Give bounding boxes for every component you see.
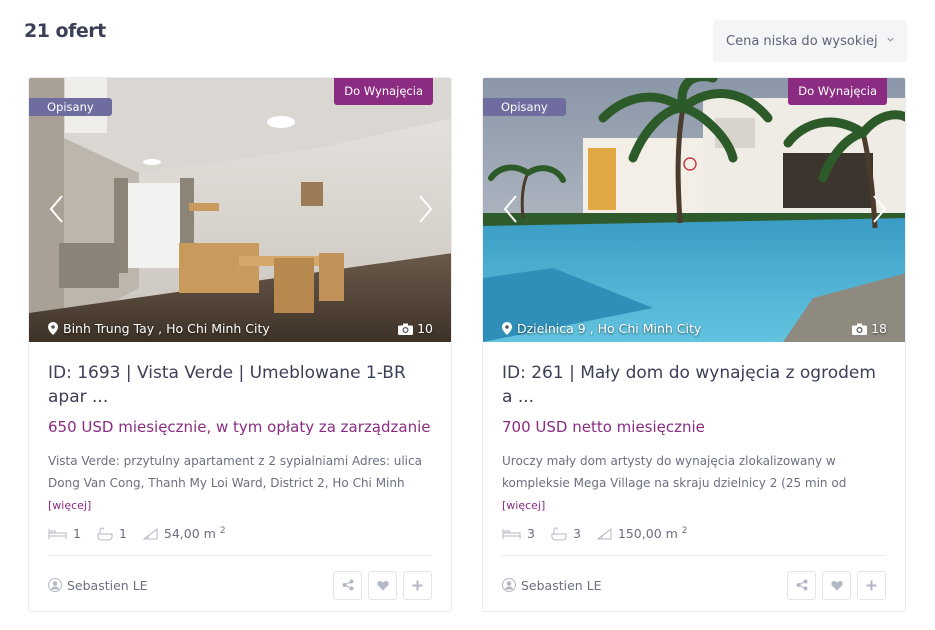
favorite-button[interactable]: [368, 570, 397, 600]
listing-price: 650 USD miesięcznie, w tym opłaty za zar…: [48, 418, 431, 436]
more-link[interactable]: [więcej]: [48, 499, 91, 512]
more-link[interactable]: [więcej]: [502, 499, 545, 512]
camera-icon: [852, 323, 868, 335]
bathrooms-value: 1: [118, 526, 127, 542]
compare-button[interactable]: [403, 570, 432, 600]
share-icon: [796, 579, 807, 591]
card-actions: [787, 570, 886, 600]
described-badge: Opisany: [483, 98, 566, 116]
listing-title-line1: ID: 1693 | Vista Verde | Umeblowane 1-BR: [48, 363, 406, 383]
listing-card[interactable]: Opisany Do Wynajęcia Binh Trung Tay , Ho…: [28, 77, 452, 612]
status-badge[interactable]: Do Wynajęcia: [334, 78, 433, 105]
results-count: 21 ofert: [24, 20, 106, 42]
heart-icon: [376, 580, 389, 590]
area-number: 150,00 m: [617, 526, 678, 542]
bathtub-icon: [97, 527, 113, 541]
compare-button[interactable]: [857, 570, 886, 600]
share-button[interactable]: [333, 570, 362, 600]
described-badge: Opisany: [29, 98, 112, 116]
map-pin-icon: [502, 322, 512, 335]
house-pool-photo: [483, 78, 905, 342]
amenities: 1 1 54,00 m 2: [48, 526, 438, 541]
area-number: 54,00 m: [163, 526, 216, 542]
listing-location[interactable]: Dzielnica 9 , Ho Chi Minh City: [502, 321, 701, 336]
share-icon: [342, 579, 353, 591]
listing-location[interactable]: Binh Trung Tay , Ho Chi Minh City: [48, 321, 270, 336]
agent[interactable]: Sebastien LE: [502, 578, 602, 593]
share-button[interactable]: [787, 570, 816, 600]
listing-title[interactable]: ID: 1693 | Vista Verde | Umeblowane 1-BR…: [48, 361, 438, 409]
area-unit-sup: 2: [681, 526, 688, 536]
photo-count[interactable]: 18: [852, 321, 887, 336]
sort-dropdown[interactable]: Cena niska do wysokiej: [713, 20, 907, 62]
status-badge[interactable]: Do Wynajęcia: [788, 78, 887, 105]
area: 150,00 m 2: [596, 526, 688, 541]
location-text: Dzielnica 9 , Ho Chi Minh City: [517, 321, 702, 336]
area-value: 150,00 m 2: [618, 526, 688, 541]
bedrooms-value: 1: [73, 526, 81, 542]
divider: [48, 555, 432, 556]
heart-icon: [830, 580, 843, 590]
description-text: Uroczy mały dom artysty do wynajęcia zlo…: [502, 454, 847, 490]
divider: [502, 555, 886, 556]
photo-count-value: 10: [417, 321, 433, 336]
chevron-left-icon[interactable]: [47, 194, 67, 224]
plus-icon: [412, 580, 423, 590]
area-icon: [596, 527, 612, 540]
agent-name: Sebastien LE: [67, 577, 148, 593]
user-icon: [48, 578, 62, 592]
photo-count[interactable]: 10: [398, 321, 433, 336]
description-text: Vista Verde: przytulny apartament z 2 sy…: [48, 454, 422, 490]
photo-count-value: 18: [871, 321, 887, 336]
user-icon: [502, 578, 516, 592]
agent-name: Sebastien LE: [521, 577, 602, 593]
favorite-button[interactable]: [822, 570, 851, 600]
listing-title-line1: ID: 261 | Mały dom do wynajęcia z ogrode…: [502, 363, 876, 383]
listing-description: Vista Verde: przytulny apartament z 2 sy…: [48, 450, 438, 516]
listing-image[interactable]: Opisany Do Wynajęcia Dzielnica 9 , Ho Ch…: [483, 78, 905, 342]
bedrooms: 1: [48, 526, 81, 541]
area-value: 54,00 m 2: [164, 526, 226, 541]
sort-value: Cena niska do wysokiej: [726, 33, 878, 49]
location-text: Binh Trung Tay , Ho Chi Minh City: [63, 321, 270, 336]
bedrooms: 3: [502, 526, 535, 541]
map-pin-icon: [48, 322, 58, 335]
amenities: 3 3 150,00 m 2: [502, 526, 892, 541]
bathrooms: 1: [97, 526, 127, 541]
apartment-photo: [29, 78, 451, 342]
chevron-down-icon: [887, 37, 894, 42]
chevron-right-icon[interactable]: [869, 194, 889, 224]
bed-icon: [48, 528, 67, 539]
bathrooms-value: 3: [572, 526, 581, 542]
card-actions: [333, 570, 432, 600]
area: 54,00 m 2: [142, 526, 226, 541]
chevron-left-icon[interactable]: [501, 194, 521, 224]
camera-icon: [398, 323, 414, 335]
area-icon: [142, 527, 158, 540]
agent[interactable]: Sebastien LE: [48, 578, 148, 593]
area-unit-sup: 2: [219, 526, 226, 536]
bedrooms-value: 3: [527, 526, 535, 542]
listing-title-line2: apar ...: [48, 387, 109, 407]
plus-icon: [866, 580, 877, 590]
chevron-right-icon[interactable]: [415, 194, 435, 224]
listing-title[interactable]: ID: 261 | Mały dom do wynajęcia z ogrode…: [502, 361, 892, 409]
listing-image[interactable]: Opisany Do Wynajęcia Binh Trung Tay , Ho…: [29, 78, 451, 342]
listing-title-line2: a ...: [502, 387, 535, 407]
listing-description: Uroczy mały dom artysty do wynajęcia zlo…: [502, 450, 892, 516]
listing-card[interactable]: Opisany Do Wynajęcia Dzielnica 9 , Ho Ch…: [482, 77, 906, 612]
bathtub-icon: [551, 527, 567, 541]
bathrooms: 3: [551, 526, 581, 541]
bed-icon: [502, 528, 521, 539]
listing-price: 700 USD netto miesięcznie: [502, 418, 705, 436]
